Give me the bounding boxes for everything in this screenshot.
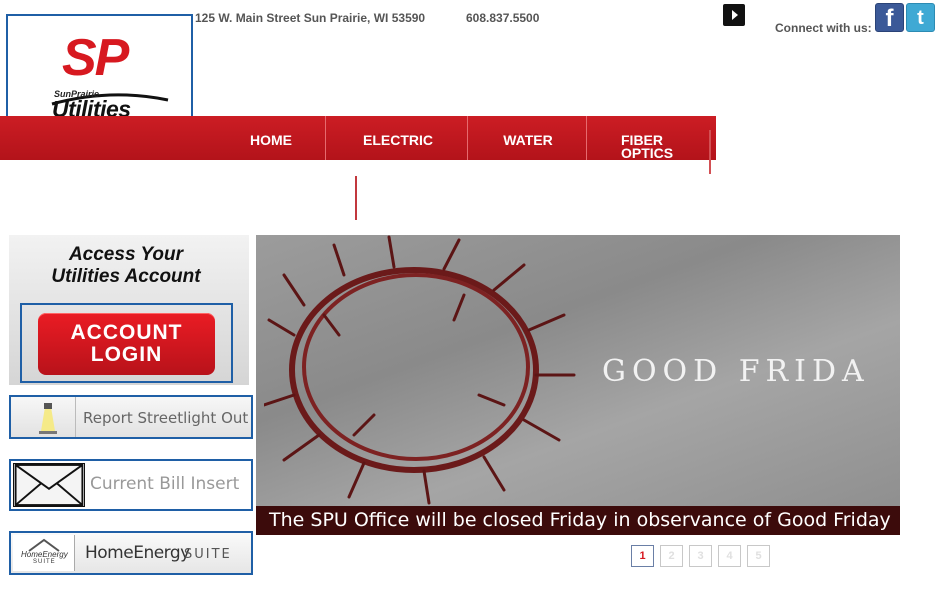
pager-button-1[interactable]: 1 [631, 545, 654, 567]
connect-label: Connect with us: [775, 21, 872, 35]
nav-end-divider [709, 130, 711, 174]
report-streetlight-button[interactable]: Report Streetlight Out [9, 395, 253, 439]
slideshow-banner[interactable]: GOOD FRIDA The SPU Office will be closed… [256, 235, 900, 535]
pager-button-5[interactable]: 5 [747, 545, 770, 567]
facebook-icon[interactable]: f [875, 3, 904, 32]
envelope-icon [13, 463, 85, 507]
nav-home[interactable]: HOME [235, 116, 307, 160]
home-energy-logo-icon: HomeEnergy SUITE [13, 535, 75, 571]
pager-button-4[interactable]: 4 [718, 545, 741, 567]
header-address: 125 W. Main Street Sun Prairie, WI 53590 [195, 11, 426, 25]
home-energy-suite-label: SUITE [184, 547, 232, 562]
current-bill-insert-button[interactable]: Current Bill Insert [9, 459, 253, 511]
nav-divider [586, 116, 587, 160]
nav-electric[interactable]: ELECTRIC [348, 116, 448, 160]
header-phone: 608.837.5500 [466, 11, 540, 25]
site-logo: SP SunPrairie Utilities [16, 22, 184, 128]
play-icon[interactable] [723, 4, 745, 26]
access-title-line2: Utilities Account [51, 266, 201, 287]
streetlight-label: Report Streetlight Out [83, 409, 249, 427]
streetlight-icon [39, 403, 57, 434]
bill-insert-label: Current Bill Insert [90, 474, 240, 494]
crown-of-thorns-icon [264, 235, 576, 505]
access-title-line1: Access Your [68, 244, 184, 265]
account-login-button[interactable]: ACCOUNT LOGIN [38, 313, 215, 375]
main-nav: HOME ELECTRIC WATER FIBER OPTICS [0, 116, 716, 160]
login-line1: ACCOUNT [70, 321, 183, 344]
access-title: Access Your Utilities Account [9, 244, 243, 288]
slide-caption: The SPU Office will be closed Friday in … [256, 506, 900, 535]
pager-button-2[interactable]: 2 [660, 545, 683, 567]
account-login-frame: ACCOUNT LOGIN [20, 303, 233, 383]
nav-divider [325, 116, 326, 160]
nav-water[interactable]: WATER [488, 116, 568, 160]
pager-button-3[interactable]: 3 [689, 545, 712, 567]
account-access-panel: Access Your Utilities Account ACCOUNT LO… [9, 235, 249, 385]
nav-fiber-line2: OPTICS [621, 145, 674, 161]
slide-title: GOOD FRIDA [602, 354, 870, 389]
streetlight-divider [75, 397, 76, 437]
he-icon-line2: SUITE [33, 559, 56, 565]
nav-divider [467, 116, 468, 160]
twitter-icon[interactable]: t [906, 3, 935, 32]
nav-fiber-optics[interactable]: FIBER OPTICS [621, 116, 701, 160]
home-energy-main-label: HomeEnergy [85, 543, 190, 563]
home-energy-suite-button[interactable]: HomeEnergy SUITE HomeEnergy SUITE [9, 531, 253, 575]
logo-sp-text: SP [62, 29, 129, 87]
he-icon-line1: HomeEnergy [21, 550, 68, 559]
login-line2: LOGIN [90, 343, 163, 366]
dropdown-divider [355, 176, 357, 220]
